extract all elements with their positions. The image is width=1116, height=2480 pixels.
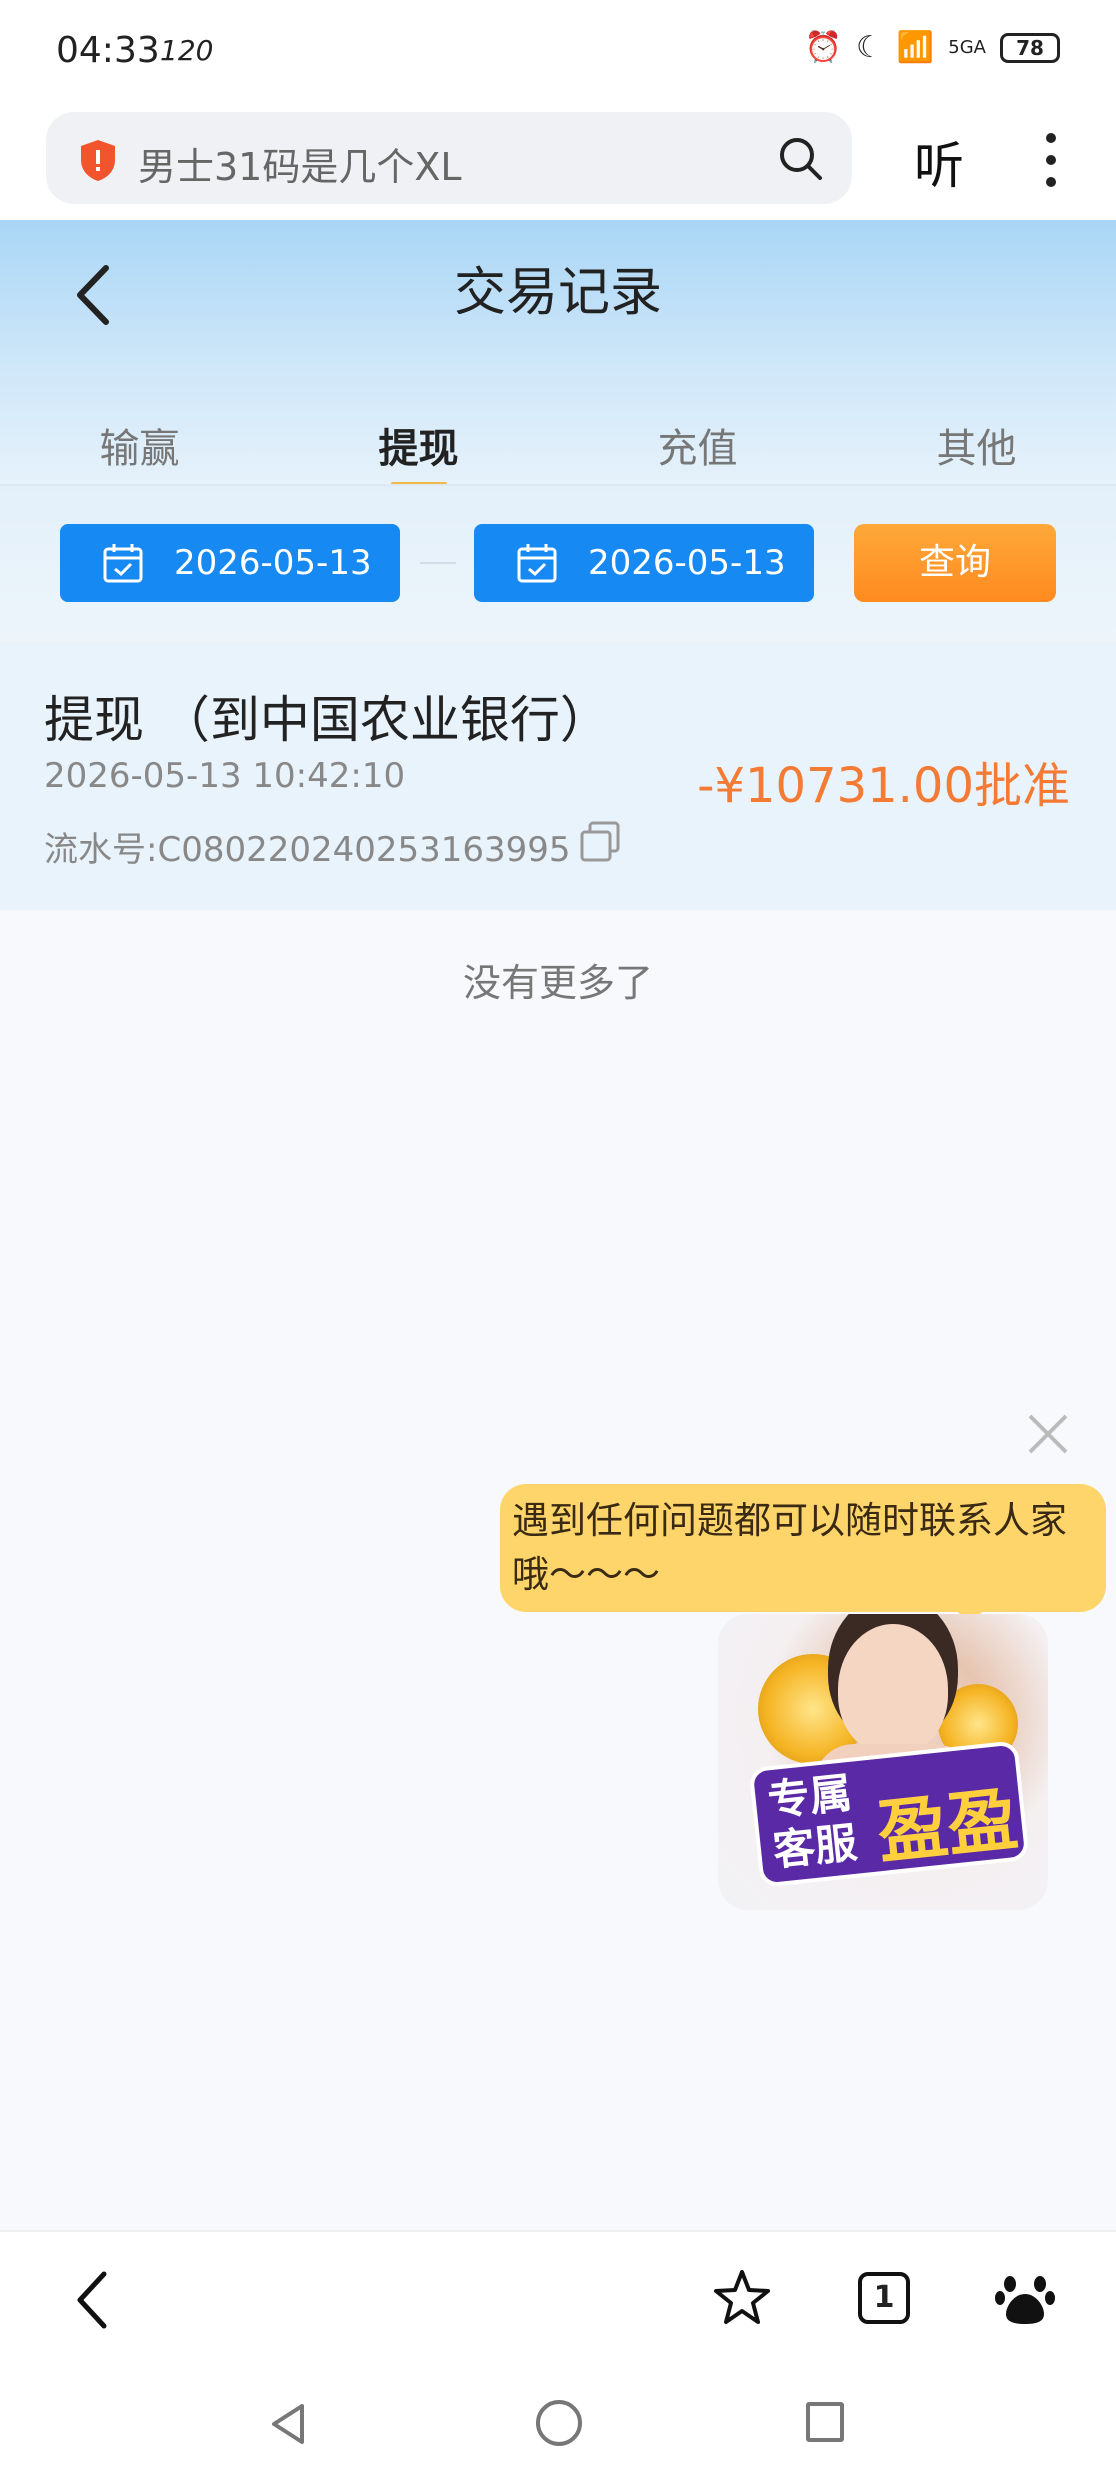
search-bar[interactable]: 男士31码是几个XL bbox=[46, 112, 852, 204]
start-date-value: 2026-05-13 bbox=[174, 543, 372, 583]
service-bubble[interactable]: 遇到任何问题都可以随时联系人家哦～～～ bbox=[500, 1484, 1106, 1612]
tab-other[interactable]: 其他 bbox=[837, 386, 1116, 486]
record-amount: -¥10731.00批准 bbox=[697, 758, 1070, 814]
list-end-text: 没有更多了 bbox=[462, 961, 653, 1005]
nav-back-icon[interactable] bbox=[268, 2402, 308, 2446]
moon-icon: ☾ bbox=[856, 30, 883, 65]
alarm-icon: ⏰ bbox=[804, 30, 843, 65]
nav-recent-icon[interactable] bbox=[806, 2402, 844, 2442]
network-label: 5GA bbox=[948, 37, 986, 58]
copy-icon[interactable] bbox=[578, 820, 622, 864]
browser-toolbar: 男士31码是几个XL 听 bbox=[0, 104, 1116, 220]
page-header: 交易记录 输赢 提现 充值 其他 bbox=[0, 220, 1116, 486]
refresh-rate: 120 bbox=[160, 34, 214, 67]
battery-icon: 78 bbox=[1000, 32, 1060, 63]
search-icon[interactable] bbox=[776, 134, 824, 182]
calendar-icon bbox=[517, 544, 557, 583]
badge-text: 专属 客服 bbox=[765, 1768, 859, 1876]
star-icon[interactable] bbox=[712, 2268, 772, 2328]
bottom-toolbar: 1 bbox=[0, 2230, 1116, 2366]
record-time: 2026-05-13 10:42:10 bbox=[44, 756, 406, 796]
start-date-picker[interactable]: 2026-05-13 bbox=[60, 524, 400, 602]
close-icon[interactable] bbox=[1024, 1410, 1072, 1458]
search-input[interactable]: 男士31码是几个XL bbox=[138, 136, 462, 191]
page-title: 交易记录 bbox=[453, 263, 662, 323]
tab-deposit[interactable]: 充值 bbox=[558, 386, 837, 486]
query-button[interactable]: 查询 bbox=[854, 524, 1056, 602]
list-item[interactable]: 提现 （到中国农业银行） 2026-05-13 10:42:10 流水号:C08… bbox=[0, 642, 1116, 910]
service-badge: 专属 客服 盈盈 bbox=[748, 1740, 1030, 1888]
status-time: 04:33 bbox=[56, 30, 160, 71]
tab-win-loss[interactable]: 输赢 bbox=[0, 386, 279, 486]
system-nav-bar bbox=[0, 2366, 1116, 2480]
baidu-icon[interactable] bbox=[994, 2266, 1056, 2328]
calendar-icon bbox=[103, 544, 143, 583]
badge-name: 盈盈 bbox=[873, 1777, 1022, 1875]
shield-icon bbox=[81, 140, 115, 181]
date-filter: 2026-05-13 2026-05-13 查询 bbox=[0, 486, 1116, 642]
end-date-picker[interactable]: 2026-05-13 bbox=[474, 524, 814, 602]
record-title: 提现 （到中国农业银行） bbox=[44, 691, 610, 749]
signal-icon: 📶 bbox=[896, 30, 935, 65]
status-icons: ⏰ ☾ 📶 5GA 78 bbox=[805, 30, 1060, 65]
status-bar: 04:33 120 ⏰ ☾ 📶 5GA 78 bbox=[0, 0, 1116, 104]
end-date-value: 2026-05-13 bbox=[588, 543, 786, 583]
record-serial: 流水号:C080220240253163995 bbox=[44, 830, 571, 870]
back-icon[interactable] bbox=[70, 2268, 114, 2332]
badge-line2: 客服 bbox=[770, 1817, 860, 1876]
customer-service-avatar[interactable]: 专属 客服 盈盈 bbox=[718, 1614, 1048, 1910]
tab-count-button[interactable]: 1 bbox=[858, 2272, 910, 2324]
date-separator bbox=[420, 562, 456, 564]
tab-withdraw[interactable]: 提现 bbox=[279, 386, 558, 486]
listen-button[interactable]: 听 bbox=[914, 126, 964, 198]
badge-line1: 专属 bbox=[765, 1767, 855, 1826]
nav-home-icon[interactable] bbox=[536, 2400, 582, 2446]
avatar bbox=[838, 1624, 948, 1754]
more-icon[interactable] bbox=[1044, 132, 1058, 188]
tab-bar: 输赢 提现 充值 其他 bbox=[0, 386, 1116, 486]
